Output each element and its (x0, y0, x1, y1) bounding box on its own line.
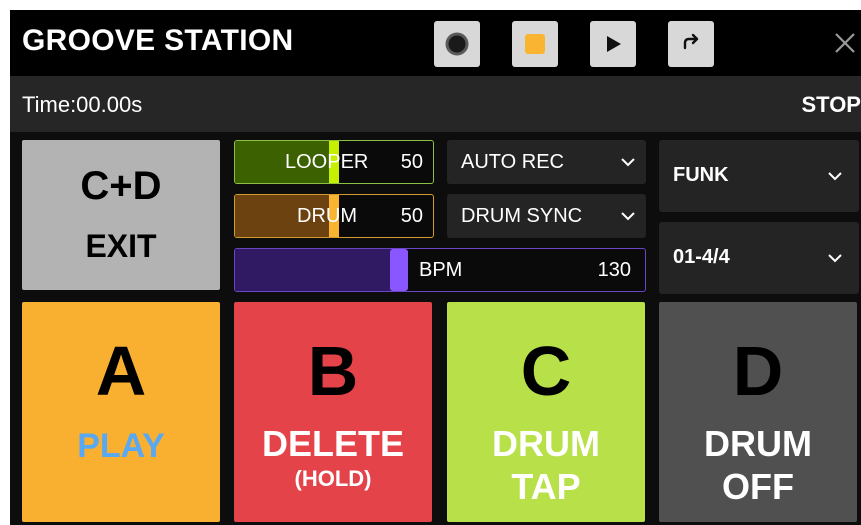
auto-rec-dropdown[interactable]: AUTO REC (447, 140, 646, 184)
pad-c-label: DRUM TAP (447, 422, 645, 508)
chevron-down-icon (828, 172, 842, 181)
pad-c-label-line2: TAP (511, 466, 581, 508)
pad-a-label: PLAY (77, 427, 165, 465)
pad-d-letter: D (732, 332, 784, 410)
drum-level-value: 50 (400, 205, 423, 227)
record-circle-icon (445, 32, 469, 56)
bpm-value: 130 (597, 259, 631, 281)
transport-state: STOP (801, 92, 861, 117)
pad-c-letter: C (520, 332, 572, 410)
play-button[interactable] (590, 21, 636, 67)
chevron-down-icon (621, 212, 635, 221)
exit-label: EXIT (85, 228, 157, 264)
drum-level-label: DRUM (297, 205, 357, 227)
pad-b-sublabel: (HOLD) (294, 466, 372, 491)
groove-station-app: GROOVE STATION Time:00.00s STOP C+D EXIT… (10, 10, 861, 525)
pad-c-label-line1: DRUM (492, 423, 600, 464)
pad-d-drum-off[interactable]: D DRUM OFF (659, 302, 857, 522)
pad-d-label-line2: OFF (722, 466, 794, 508)
drum-sync-dropdown[interactable]: DRUM SYNC (447, 194, 646, 238)
style-dropdown[interactable]: FUNK (659, 140, 859, 212)
header-bar: GROOVE STATION (10, 10, 861, 76)
pad-d-label: DRUM OFF (659, 422, 857, 508)
close-button[interactable] (830, 28, 860, 58)
stop-square-icon (525, 34, 545, 54)
exit-combo-label: C+D (80, 164, 162, 208)
looper-level-value: 50 (400, 151, 423, 173)
loop-arrow-icon (683, 33, 699, 50)
pattern-label: 01-4/4 (673, 246, 730, 268)
chevron-down-icon (621, 158, 635, 167)
drum-sync-label: DRUM SYNC (461, 205, 583, 227)
stop-button[interactable] (512, 21, 558, 67)
pad-d-label-line1: DRUM (704, 423, 812, 464)
record-button[interactable] (434, 21, 480, 67)
pad-b-letter: B (307, 332, 359, 410)
auto-rec-label: AUTO REC (461, 151, 564, 173)
bpm-thumb[interactable] (390, 249, 408, 291)
pad-c-drum-tap[interactable]: C DRUM TAP (447, 302, 645, 522)
chevron-down-icon (828, 254, 842, 263)
pad-a-letter: A (95, 332, 147, 410)
exit-button[interactable]: C+D EXIT (22, 140, 220, 290)
style-label: FUNK (673, 164, 729, 186)
close-icon (835, 33, 855, 53)
pattern-dropdown[interactable]: 01-4/4 (659, 222, 859, 294)
pad-a-play[interactable]: A PLAY (22, 302, 220, 522)
app-title: GROOVE STATION (22, 24, 294, 57)
play-triangle-icon (607, 36, 621, 52)
loop-button[interactable] (668, 21, 714, 67)
pad-b-label: DELETE (261, 423, 404, 464)
bpm-fill (235, 249, 399, 291)
bpm-label: BPM (419, 259, 463, 281)
status-bar: Time:00.00s STOP (10, 76, 861, 132)
bpm-slider[interactable]: BPM 130 (234, 248, 646, 292)
drum-level-slider[interactable]: DRUM 50 (234, 194, 434, 238)
time-readout: Time:00.00s (22, 92, 143, 117)
looper-level-label: LOOPER (285, 151, 369, 173)
pad-b-delete[interactable]: B DELETE (HOLD) (234, 302, 432, 522)
looper-level-slider[interactable]: LOOPER 50 (234, 140, 434, 184)
